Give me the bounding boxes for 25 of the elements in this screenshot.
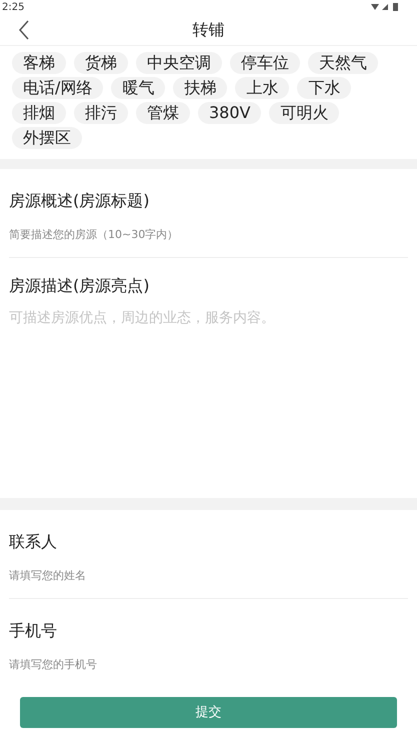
- feature-tag[interactable]: 停车位: [230, 52, 300, 74]
- feature-tag[interactable]: 380V: [198, 102, 262, 124]
- back-icon[interactable]: [18, 20, 30, 40]
- feature-tag[interactable]: 上水: [235, 77, 290, 99]
- page-title: 转铺: [192, 18, 224, 40]
- feature-tag[interactable]: 排污: [74, 102, 128, 124]
- description-field[interactable]: 可描述房源优点，周边的业态，服务内容。: [9, 308, 408, 498]
- feature-tag[interactable]: 可明火: [269, 102, 340, 124]
- feature-tag[interactable]: 排烟: [12, 102, 66, 124]
- field-label: 房源概述(房源标题): [9, 190, 150, 211]
- feature-tag[interactable]: 中央空调: [136, 52, 222, 74]
- feature-tag[interactable]: 外摆区: [12, 127, 82, 149]
- field-label: 手机号: [9, 620, 58, 641]
- status-icons: [371, 2, 401, 12]
- field-label: 联系人: [9, 531, 58, 552]
- status-time: 2:25: [2, 0, 24, 14]
- feature-tag[interactable]: 电话/网络: [12, 77, 104, 99]
- field-label: 房源描述(房源亮点): [9, 275, 150, 296]
- feature-tag[interactable]: 客梯: [12, 52, 66, 74]
- feature-tag[interactable]: 下水: [297, 77, 352, 99]
- feature-tag[interactable]: 天然气: [308, 52, 378, 74]
- feature-tag[interactable]: 暖气: [111, 77, 166, 99]
- feature-tag[interactable]: 扶梯: [173, 77, 228, 99]
- feature-tag[interactable]: 管煤: [136, 102, 190, 124]
- feature-tag[interactable]: 货梯: [74, 52, 128, 74]
